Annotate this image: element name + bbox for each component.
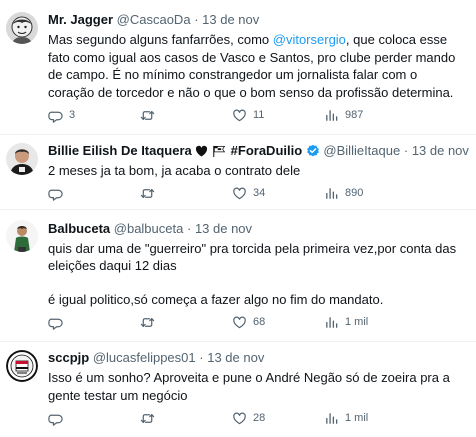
separator-dot: ·	[403, 143, 409, 158]
tweet-item[interactable]: sccpjp @lucasfelippes01 · 13 de nov Isso…	[0, 342, 476, 437]
avatar[interactable]	[6, 220, 38, 252]
retweet-button[interactable]	[140, 314, 161, 330]
tweet-item[interactable]: Mr. Jagger @CascaoDa · 13 de nov Mas seg…	[0, 0, 476, 135]
reply-button[interactable]: 3	[48, 107, 75, 123]
tweet-item[interactable]: Billie Eilish De Itaquera #ForaDuilio @B…	[0, 135, 476, 210]
tweet-header: Balbuceta @balbuceta · 13 de nov	[48, 220, 470, 238]
tweet-date[interactable]: 13 de nov	[202, 12, 259, 27]
flag-emoji	[213, 145, 226, 157]
reply-count: 3	[69, 109, 76, 121]
like-count: 28	[253, 412, 266, 424]
views-count: 987	[345, 109, 364, 121]
tweet-text-content: Isso é um sonho? Aproveita e pune o Andr…	[48, 370, 450, 403]
reply-icon	[48, 189, 63, 201]
author-name[interactable]: Billie Eilish De Itaquera	[48, 143, 192, 158]
separator-dot: ·	[194, 12, 199, 27]
heart-icon	[233, 109, 246, 121]
retweet-icon	[140, 110, 155, 120]
retweet-icon	[140, 188, 155, 198]
tweet-text: Isso é um sonho? Aproveita e pune o Andr…	[48, 369, 464, 405]
mention-link[interactable]: @vitorsergio	[273, 32, 346, 47]
author-name-hashtag[interactable]: #ForaDuilio	[231, 143, 303, 158]
avatar[interactable]	[6, 350, 38, 382]
tweet-date[interactable]: 13 de nov	[412, 143, 469, 158]
like-count: 34	[253, 187, 266, 199]
like-button[interactable]: 28	[232, 410, 265, 426]
views-count: 1 mil	[345, 412, 369, 424]
views-icon	[326, 316, 338, 328]
author-handle[interactable]: @BillieItaque	[323, 143, 400, 158]
author-name[interactable]: sccpjp	[48, 350, 89, 365]
reply-icon	[48, 318, 63, 330]
tweet-actions: 3 11 987	[48, 107, 466, 123]
tweet-actions: 68 1 mil	[48, 314, 466, 330]
tweet-text-content: 2 meses ja ta bom, ja acaba o contrato d…	[48, 163, 301, 178]
views-icon	[326, 412, 338, 424]
views-button[interactable]: 1 mil	[324, 314, 368, 330]
author-handle[interactable]: @lucasfelippes01	[93, 350, 196, 365]
retweet-icon	[140, 413, 155, 423]
heart-icon	[233, 412, 246, 424]
tweet-actions: 28 1 mil	[48, 410, 466, 426]
like-count: 68	[253, 316, 266, 328]
tweet-date[interactable]: 13 de nov	[207, 350, 264, 365]
reply-icon	[48, 111, 63, 123]
tweet-header: Billie Eilish De Itaquera #ForaDuilio @B…	[48, 142, 470, 160]
views-icon	[326, 109, 338, 121]
tweet-header: sccpjp @lucasfelippes01 · 13 de nov	[48, 349, 470, 367]
tweet-feed: Mr. Jagger @CascaoDa · 13 de nov Mas seg…	[0, 0, 476, 437]
author-handle[interactable]: @CascaoDa	[117, 12, 191, 27]
tweet-text-line: é igual politico,só começa a fazer algo …	[48, 292, 384, 307]
tweet-text: Mas segundo alguns fanfarrões, como @vit…	[48, 31, 464, 101]
reply-button[interactable]	[48, 410, 69, 426]
tweet-text: 2 meses ja ta bom, ja acaba o contrato d…	[48, 162, 464, 179]
reply-button[interactable]	[48, 314, 69, 330]
reply-button[interactable]	[48, 185, 69, 201]
tweet-text-line: quis dar uma de "guerreiro" pra torcida …	[48, 241, 457, 273]
reply-icon	[48, 414, 63, 426]
views-count: 890	[345, 187, 364, 199]
views-icon	[326, 187, 338, 199]
author-name[interactable]: Balbuceta	[48, 221, 110, 236]
tweet-date[interactable]: 13 de nov	[195, 221, 252, 236]
tweet-header: Mr. Jagger @CascaoDa · 13 de nov	[48, 11, 470, 29]
like-count: 11	[253, 109, 265, 121]
heart-icon	[233, 316, 246, 328]
avatar[interactable]	[6, 143, 38, 175]
tweet-text: quis dar uma de "guerreiro" pra torcida …	[48, 240, 464, 308]
tweet-actions: 34 890	[48, 185, 466, 201]
author-handle[interactable]: @balbuceta	[114, 221, 184, 236]
tweet-text-part: Mas segundo alguns fanfarrões, como	[48, 32, 273, 47]
views-count: 1 mil	[345, 316, 369, 328]
retweet-button[interactable]	[140, 185, 161, 201]
retweet-icon	[140, 317, 155, 327]
like-button[interactable]: 34	[232, 185, 265, 201]
retweet-button[interactable]	[140, 410, 161, 426]
avatar[interactable]	[6, 12, 38, 44]
verified-badge-icon	[306, 144, 319, 157]
separator-dot: ·	[186, 221, 192, 236]
views-button[interactable]: 890	[324, 185, 363, 201]
heart-icon	[233, 187, 246, 199]
tweet-item[interactable]: Balbuceta @balbuceta · 13 de nov quis da…	[0, 210, 476, 342]
author-name[interactable]: Mr. Jagger	[48, 12, 113, 27]
black-heart-emoji	[196, 145, 208, 157]
views-button[interactable]: 987	[324, 107, 363, 123]
retweet-button[interactable]	[140, 107, 161, 123]
like-button[interactable]: 68	[232, 314, 265, 330]
like-button[interactable]: 11	[232, 107, 264, 123]
separator-dot: ·	[199, 350, 204, 365]
views-button[interactable]: 1 mil	[324, 410, 368, 426]
